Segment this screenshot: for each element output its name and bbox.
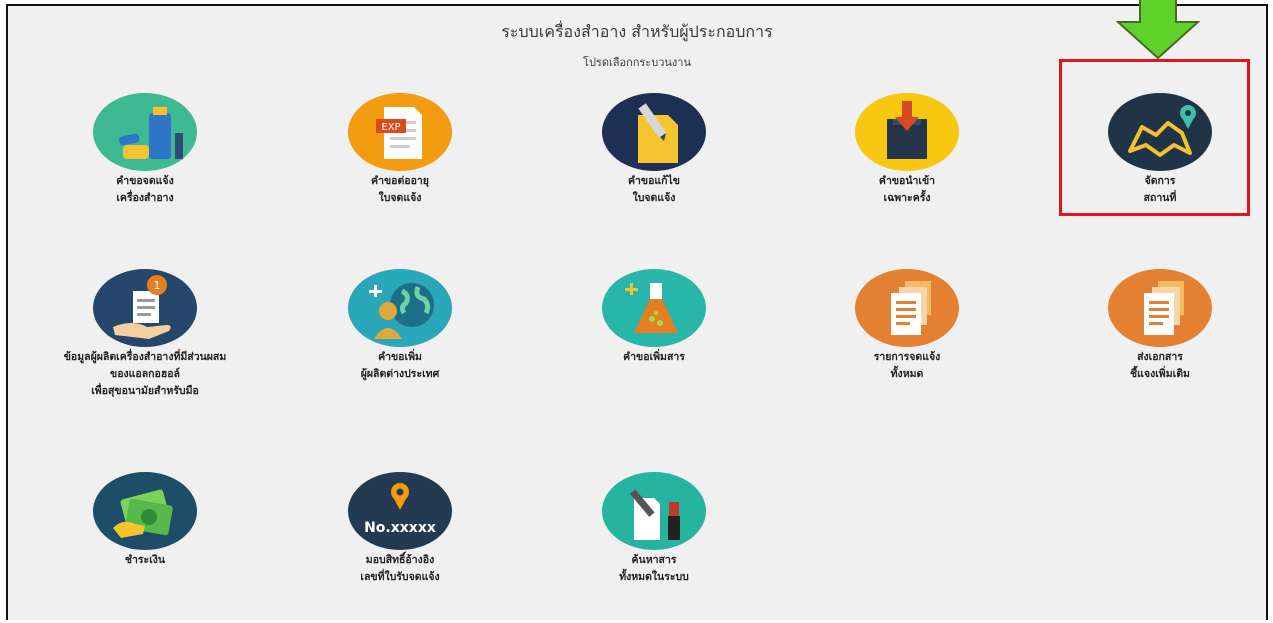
page-title: ระบบเครื่องสำอาง สำหรับผู้ประกอบการ	[501, 22, 773, 41]
reference-number-text: No.xxxxx	[364, 520, 436, 536]
menu-tile-edit-license[interactable]: คำขอแก้ไข ใบจดแจ้ง	[552, 93, 756, 207]
add-foreign-manufacturer-icon	[348, 269, 452, 347]
documents-send-icon	[1108, 269, 1212, 347]
hand-document-icon: 1	[93, 269, 197, 347]
menu-tile-reference-rights[interactable]: No.xxxxx มอบสิทธิ์อ้างอิง เลขที่ใบรับจดแจ…	[298, 472, 502, 586]
documents-list-icon	[855, 269, 959, 347]
cosmetics-icon	[93, 93, 197, 171]
menu-tile-label: รายการจดแจ้ง ทั้งหมด	[873, 351, 941, 380]
add-substance-flask-icon	[602, 269, 706, 347]
menu-tile-label: คำขอแก้ไข ใบจดแจ้ง	[628, 175, 680, 204]
menu-tile-import-once[interactable]: คำขอนำเข้า เฉพาะครั้ง	[805, 93, 1009, 207]
menu-tile-add-substance[interactable]: คำขอเพิ่มสาร	[552, 269, 756, 366]
menu-tile-add-foreign-manufacturer[interactable]: คำขอเพิ่ม ผู้ผลิตต่างประเทศ	[298, 269, 502, 383]
menu-tile-label: ค้นหาสาร ทั้งหมดในระบบ	[619, 554, 689, 583]
menu-tile-all-notifications[interactable]: รายการจดแจ้ง ทั้งหมด	[805, 269, 1009, 383]
arrow-down-icon	[1116, 0, 1200, 60]
menu-tile-label: ส่งเอกสาร ชี้แจงเพิ่มเติม	[1130, 351, 1190, 380]
exp-document-icon: EXP	[348, 93, 452, 171]
exp-badge: EXP	[381, 122, 400, 133]
menu-tile-label: คำขอนำเข้า เฉพาะครั้ง	[878, 175, 936, 204]
search-substance-icon	[602, 472, 706, 550]
payment-money-icon	[93, 472, 197, 550]
menu-tile-label: ชำระเงิน	[124, 554, 166, 566]
menu-tile-search-substance[interactable]: ค้นหาสาร ทั้งหมดในระบบ	[552, 472, 756, 586]
menu-tile-alcohol-manufacturer[interactable]: 1 ข้อมูลผู้ผลิตเครื่องสำอางที่มีส่วนผสมข…	[43, 269, 247, 400]
import-box-icon	[855, 93, 959, 171]
menu-tile-label: คำขอเพิ่มสาร	[623, 351, 685, 363]
menu-tile-label: มอบสิทธิ์อ้างอิง เลขที่ใบรับจดแจ้ง	[360, 554, 440, 583]
menu-tile-label: คำขอเพิ่ม ผู้ผลิตต่างประเทศ	[360, 351, 440, 380]
menu-tile-cosmetic-notification[interactable]: คำขอจดแจ้ง เครื่องสำอาง	[43, 93, 247, 207]
menu-tile-payment[interactable]: ชำระเงิน	[43, 472, 247, 569]
menu-tile-label: คำขอจดแจ้ง เครื่องสำอาง	[116, 175, 174, 204]
edit-document-icon	[602, 93, 706, 171]
menu-tile-renew-license[interactable]: EXP คำขอต่ออายุ ใบจดแจ้ง	[298, 93, 502, 207]
menu-tile-send-documents[interactable]: ส่งเอกสาร ชี้แจงเพิ่มเติม	[1058, 269, 1262, 383]
menu-tile-label: คำขอต่ออายุ ใบจดแจ้ง	[371, 175, 429, 204]
highlight-box	[1059, 59, 1250, 216]
reference-number-icon: No.xxxxx	[348, 472, 452, 550]
number-badge: 1	[154, 279, 161, 292]
menu-tile-label: ข้อมูลผู้ผลิตเครื่องสำอางที่มีส่วนผสม ของ…	[63, 351, 227, 397]
